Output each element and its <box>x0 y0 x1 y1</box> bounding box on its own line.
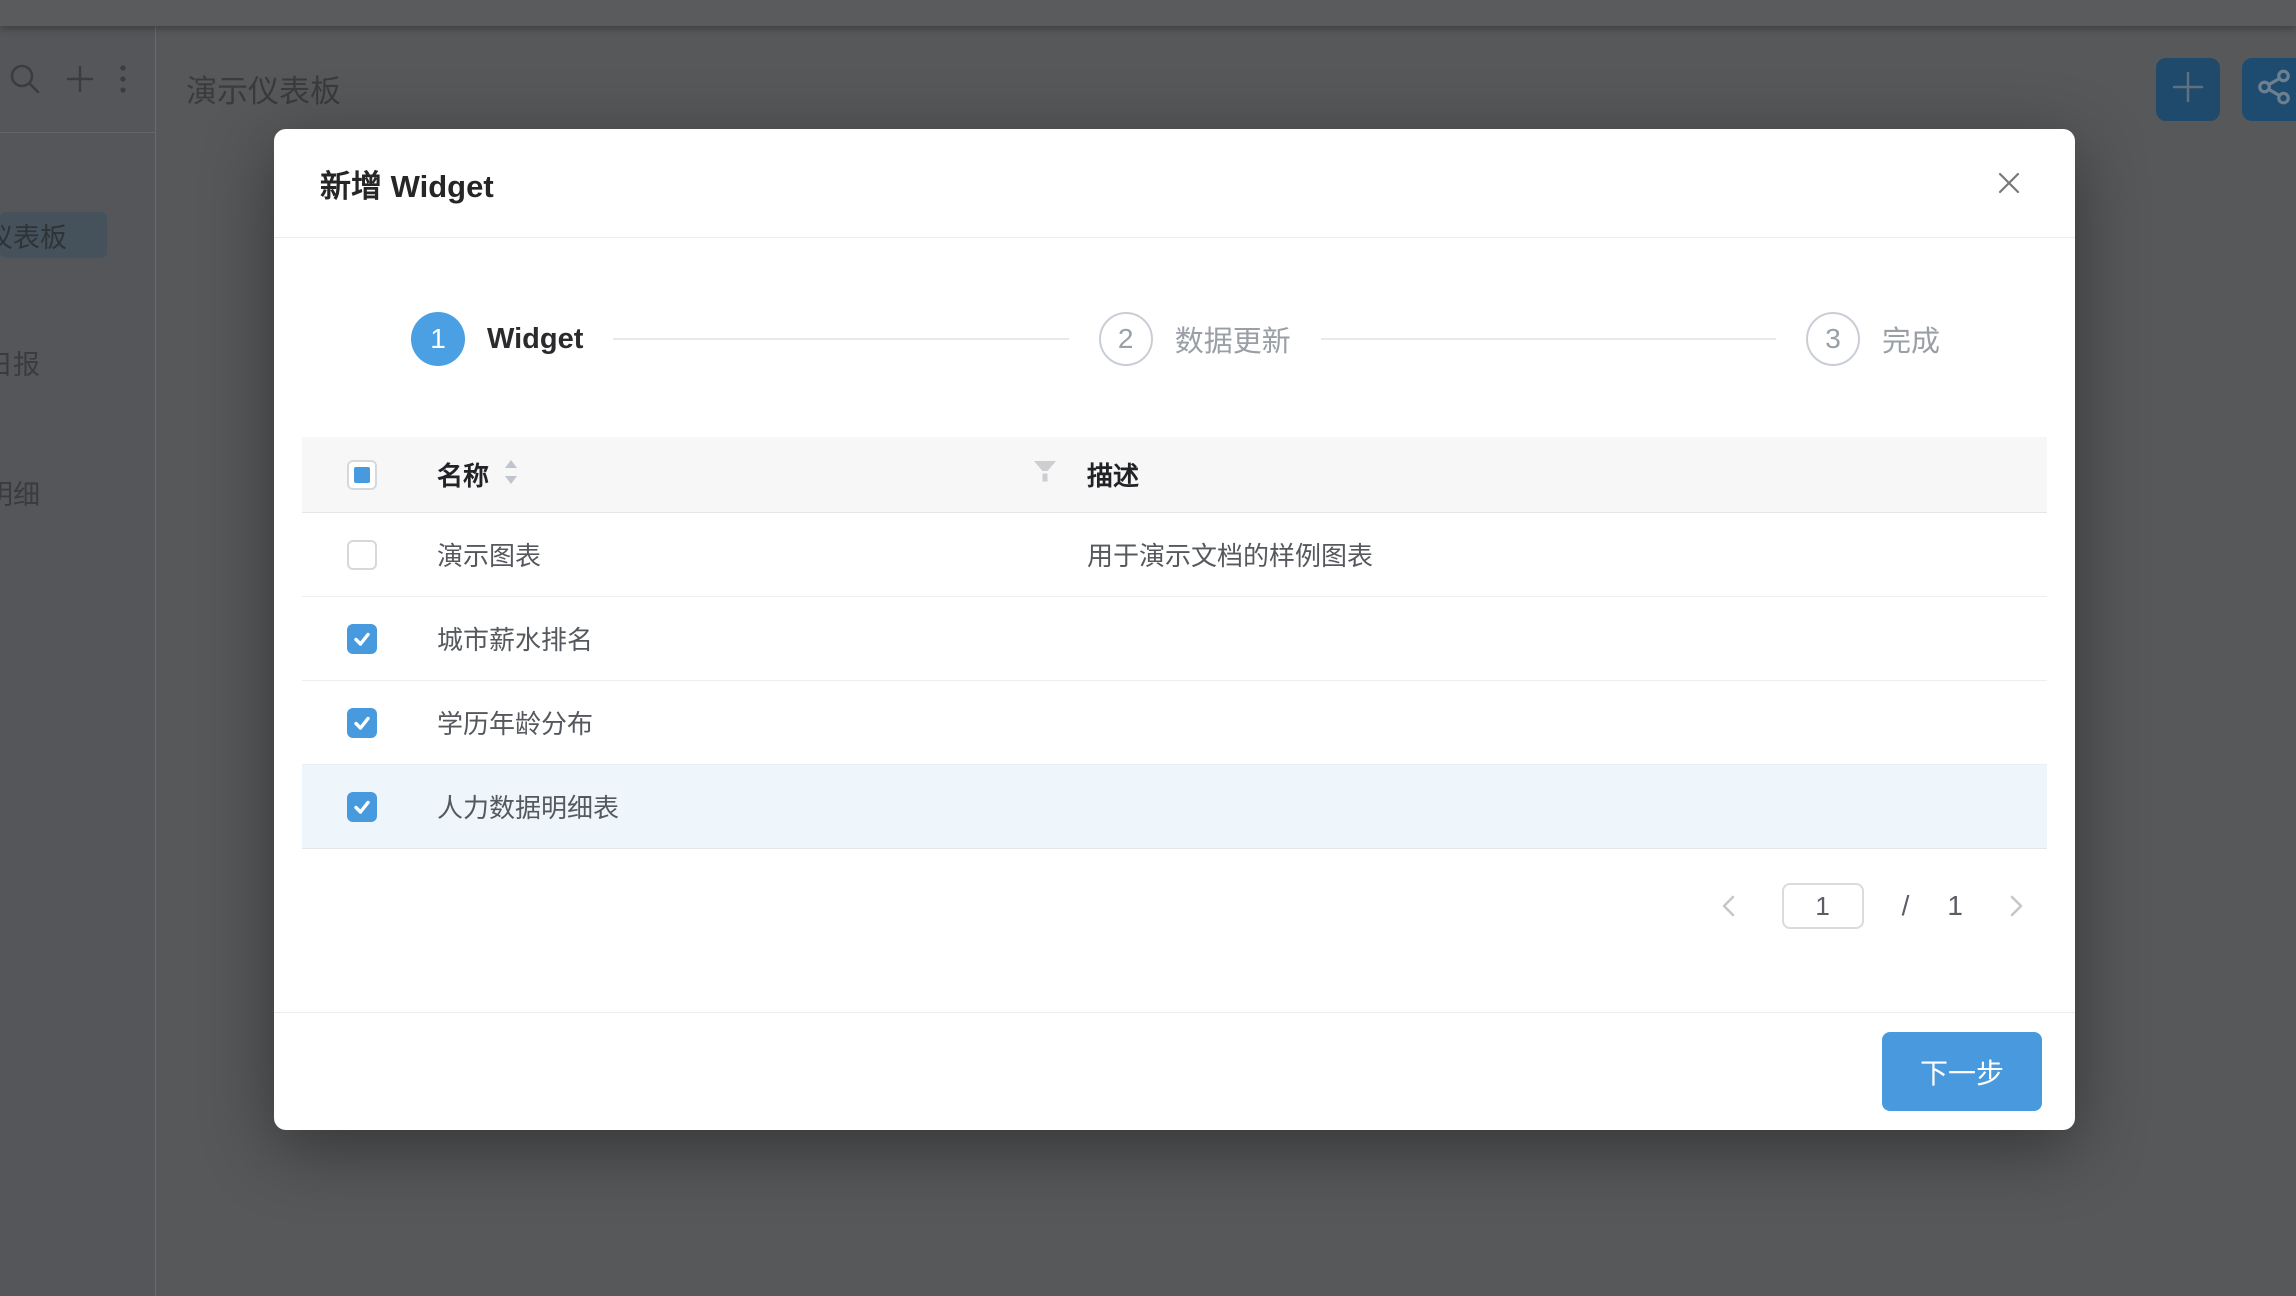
total-pages: 1 <box>1947 890 1963 922</box>
sidebar-item[interactable]: 仪表板 <box>0 212 107 258</box>
modal-footer: 下一步 <box>274 1012 2075 1130</box>
step-connector <box>1321 338 1776 340</box>
chevron-left-icon[interactable] <box>1714 891 1744 921</box>
close-icon[interactable] <box>1989 163 2029 203</box>
column-header-name[interactable]: 名称 <box>437 456 489 493</box>
screen: 仪表板 日报 明细 演示仪表板 <box>0 0 2296 1296</box>
step-label: 数据更新 <box>1175 318 1291 360</box>
top-bar <box>0 0 2296 26</box>
page-title: 演示仪表板 <box>186 66 341 111</box>
stepper: 1 Widget 2 数据更新 3 完成 <box>411 312 1940 366</box>
row-name: 城市薪水排名 <box>437 620 1087 657</box>
select-all-checkbox[interactable] <box>347 460 377 490</box>
sidebar: 仪表板 日报 明细 <box>0 26 156 1296</box>
search-icon[interactable] <box>8 62 42 96</box>
page-toolbar <box>2156 58 2296 121</box>
row-checkbox[interactable] <box>347 792 377 822</box>
table-body: 演示图表 用于演示文档的样例图表 城市薪水排名 学历年龄分布 <box>302 513 2047 849</box>
kebab-menu-icon[interactable] <box>118 62 128 96</box>
step-1-widget: 1 Widget <box>411 312 583 366</box>
table-row[interactable]: 城市薪水排名 <box>302 597 2047 681</box>
sort-caret-icon[interactable] <box>503 459 519 490</box>
modal-header: 新增 Widget <box>274 129 2075 238</box>
sidebar-toolbar <box>8 62 128 96</box>
plus-icon[interactable] <box>64 63 96 95</box>
sidebar-item-label: 明细 <box>0 473 40 512</box>
check-icon <box>352 713 372 733</box>
check-icon <box>352 797 372 817</box>
add-widget-button[interactable] <box>2156 58 2220 121</box>
pagination: / 1 <box>302 883 2047 929</box>
chevron-right-icon[interactable] <box>2001 891 2031 921</box>
sidebar-item[interactable]: 明细 <box>0 469 107 515</box>
sidebar-divider <box>0 132 156 133</box>
row-checkbox[interactable] <box>347 540 377 570</box>
table-row[interactable]: 学历年龄分布 <box>302 681 2047 765</box>
step-label: Widget <box>487 323 583 356</box>
page-separator: / <box>1902 890 1910 922</box>
sidebar-item-label: 日报 <box>0 343 40 382</box>
modal-title: 新增 Widget <box>320 161 494 206</box>
step-3-complete: 3 完成 <box>1806 312 1940 366</box>
step-number: 1 <box>411 312 465 366</box>
row-name: 学历年龄分布 <box>437 704 1087 741</box>
check-icon <box>352 629 372 649</box>
filter-funnel-icon[interactable] <box>1033 461 1057 488</box>
plus-icon <box>2169 68 2207 111</box>
column-header-desc: 描述 <box>1087 456 2047 493</box>
sidebar-item[interactable]: 日报 <box>0 339 107 385</box>
table-row[interactable]: 人力数据明细表 <box>302 765 2047 849</box>
step-connector <box>613 338 1068 340</box>
row-checkbox[interactable] <box>347 708 377 738</box>
step-2-data-update: 2 数据更新 <box>1099 312 1291 366</box>
step-number: 2 <box>1099 312 1153 366</box>
page-number-input[interactable] <box>1782 883 1864 929</box>
share-button[interactable] <box>2242 58 2296 121</box>
row-name: 人力数据明细表 <box>437 788 1087 825</box>
table-row[interactable]: 演示图表 用于演示文档的样例图表 <box>302 513 2047 597</box>
share-icon <box>2255 68 2293 111</box>
step-label: 完成 <box>1882 318 1940 360</box>
table-header: 名称 描 <box>302 437 2047 513</box>
step-number: 3 <box>1806 312 1860 366</box>
sidebar-item-label: 仪表板 <box>0 216 67 255</box>
row-desc: 用于演示文档的样例图表 <box>1087 536 2047 573</box>
row-name: 演示图表 <box>437 536 1087 573</box>
add-widget-modal: 新增 Widget 1 Widget 2 数据更新 3 完成 <box>274 129 2075 1130</box>
row-checkbox[interactable] <box>347 624 377 654</box>
next-step-button[interactable]: 下一步 <box>1882 1032 2042 1111</box>
widget-table: 名称 描 <box>302 437 2047 849</box>
